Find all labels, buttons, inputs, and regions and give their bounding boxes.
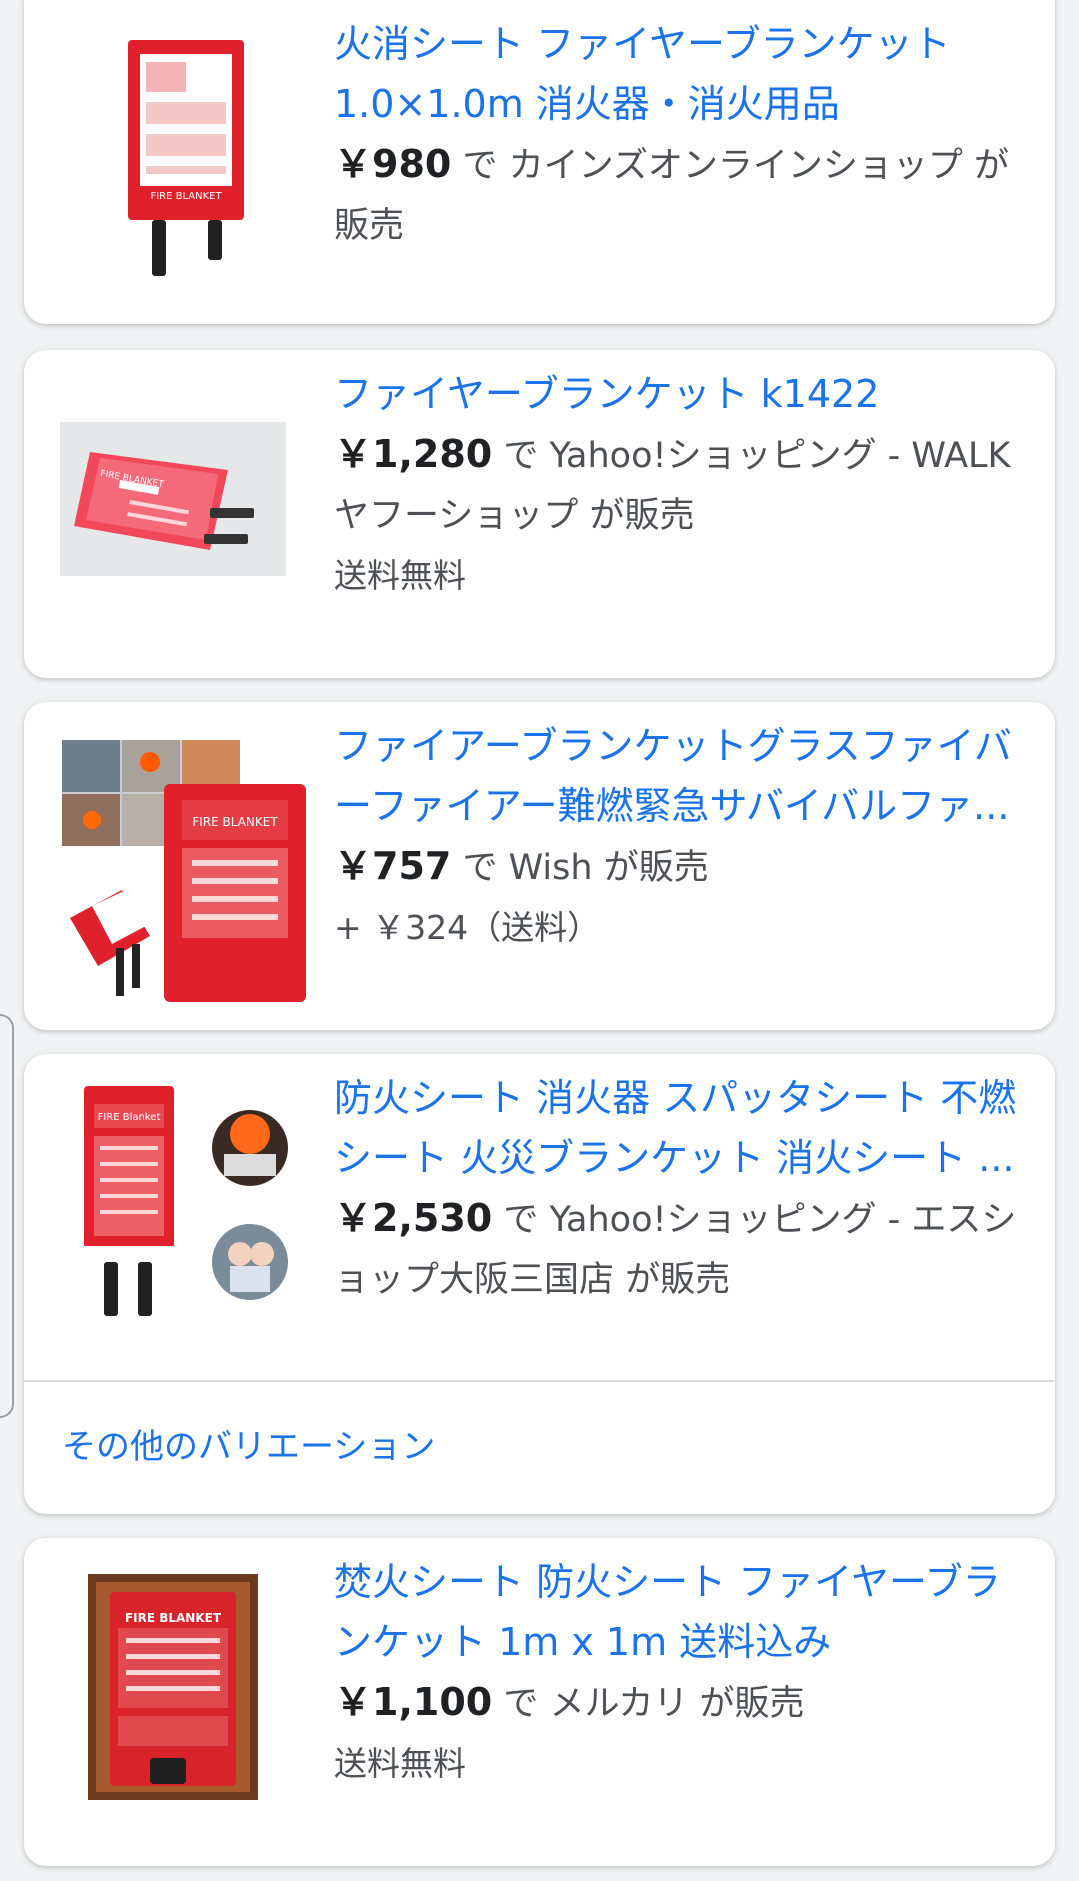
product-image-label: FIRE BLANKET bbox=[125, 1611, 222, 1625]
offer-line: ￥1,280 で Yahoo!ショッピング - WALKヤフーショップ が販売 bbox=[334, 424, 1025, 546]
product-price: ￥757 bbox=[334, 844, 452, 888]
product-card[interactable]: FIRE BLANKET 焚火シート 防火シート ファイヤーブランケット 1m … bbox=[24, 1538, 1055, 1866]
product-image-label: FIRE Blanket bbox=[98, 1112, 161, 1123]
shipping-note: 送料無料 bbox=[334, 556, 466, 595]
product-image: FIRE BLANKET bbox=[62, 740, 306, 1002]
offer-sep: で bbox=[492, 436, 550, 476]
product-image-label: FIRE BLANKET bbox=[192, 815, 278, 829]
product-image: FIRE BLANKET bbox=[60, 422, 286, 576]
product-price: ￥1,100 bbox=[334, 1680, 493, 1724]
product-card[interactable]: FIRE BLANKET 火消シート ファイヤーブランケット 1.0×1.0m … bbox=[24, 0, 1055, 324]
product-image-label: FIRE BLANKET bbox=[150, 191, 222, 202]
offer-line: ￥2,530 で Yahoo!ショッピング - エスショップ大阪三国店 が販売 bbox=[334, 1188, 1025, 1310]
product-image: FIRE BLANKET bbox=[122, 36, 250, 276]
product-card[interactable]: FIRE BLANKET ファイヤーブランケット k1422 ￥1,280 で … bbox=[24, 350, 1055, 678]
product-info: 防火シート 消火器 スパッタシート 不燃シート 火災ブランケット 消火シート .… bbox=[334, 1054, 1025, 1310]
offer-sep: で bbox=[492, 1684, 550, 1724]
offer-line: ￥980 で カインズオンラインショップ が販売 bbox=[334, 134, 1025, 256]
product-info: ファイヤーブランケット k1422 ￥1,280 で Yahoo!ショッピング … bbox=[334, 350, 1025, 606]
offer-line: ￥1,100 で メルカリ が販売 bbox=[334, 1672, 1025, 1734]
product-info: ファイアーブランケットグラスファイバーファイアー難燃緊急サバイバルファ... ￥… bbox=[334, 702, 1025, 958]
more-variations-link[interactable]: その他のバリエーション bbox=[62, 1422, 435, 1472]
product-title-link[interactable]: 焚火シート 防火シート ファイヤーブランケット 1m x 1m 送料込み bbox=[334, 1552, 1025, 1672]
product-card[interactable]: FIRE Blanket 防火シート 消火器 スパッタシート 不燃シート 火災ブ… bbox=[24, 1054, 1055, 1514]
offer-suffix: が販売 bbox=[688, 1684, 805, 1724]
product-title-link[interactable]: ファイアーブランケットグラスファイバーファイアー難燃緊急サバイバルファ... bbox=[334, 716, 1025, 836]
offer-sep: で bbox=[451, 848, 509, 888]
offer-suffix: が販売 bbox=[578, 496, 695, 536]
product-card[interactable]: FIRE BLANKET ファイアーブランケットグラスファイバーファイアー難燃緊… bbox=[24, 702, 1055, 1030]
scroll-handle[interactable] bbox=[0, 1014, 14, 1418]
product-image: FIRE Blanket bbox=[80, 1086, 294, 1330]
seller-name: カインズオンラインショップ bbox=[508, 146, 963, 186]
shipping-note: + ￥324（送料） bbox=[334, 908, 601, 947]
product-price: ￥2,530 bbox=[334, 1196, 493, 1240]
product-title-link[interactable]: 防火シート 消火器 スパッタシート 不燃シート 火災ブランケット 消火シート .… bbox=[334, 1068, 1025, 1188]
product-price: ￥980 bbox=[334, 142, 452, 186]
seller-name: メルカリ bbox=[549, 1684, 689, 1724]
product-image: FIRE BLANKET bbox=[88, 1574, 258, 1800]
product-info: 焚火シート 防火シート ファイヤーブランケット 1m x 1m 送料込み ￥1,… bbox=[334, 1538, 1025, 1794]
divider bbox=[24, 1380, 1055, 1382]
product-price: ￥1,280 bbox=[334, 432, 493, 476]
offer-line: ￥757 で Wish が販売 bbox=[334, 836, 1025, 898]
offer-sep: で bbox=[492, 1200, 550, 1240]
offer-sep: で bbox=[451, 146, 509, 186]
seller-name: Wish bbox=[508, 848, 593, 888]
product-title-link[interactable]: 火消シート ファイヤーブランケット 1.0×1.0m 消火器・消火用品 bbox=[334, 14, 1025, 134]
offer-suffix: が販売 bbox=[592, 848, 709, 888]
shipping-note: 送料無料 bbox=[334, 1744, 466, 1783]
offer-suffix: が販売 bbox=[614, 1260, 731, 1300]
product-title-link[interactable]: ファイヤーブランケット k1422 bbox=[334, 364, 1025, 424]
product-info: 火消シート ファイヤーブランケット 1.0×1.0m 消火器・消火用品 ￥980… bbox=[334, 0, 1025, 256]
